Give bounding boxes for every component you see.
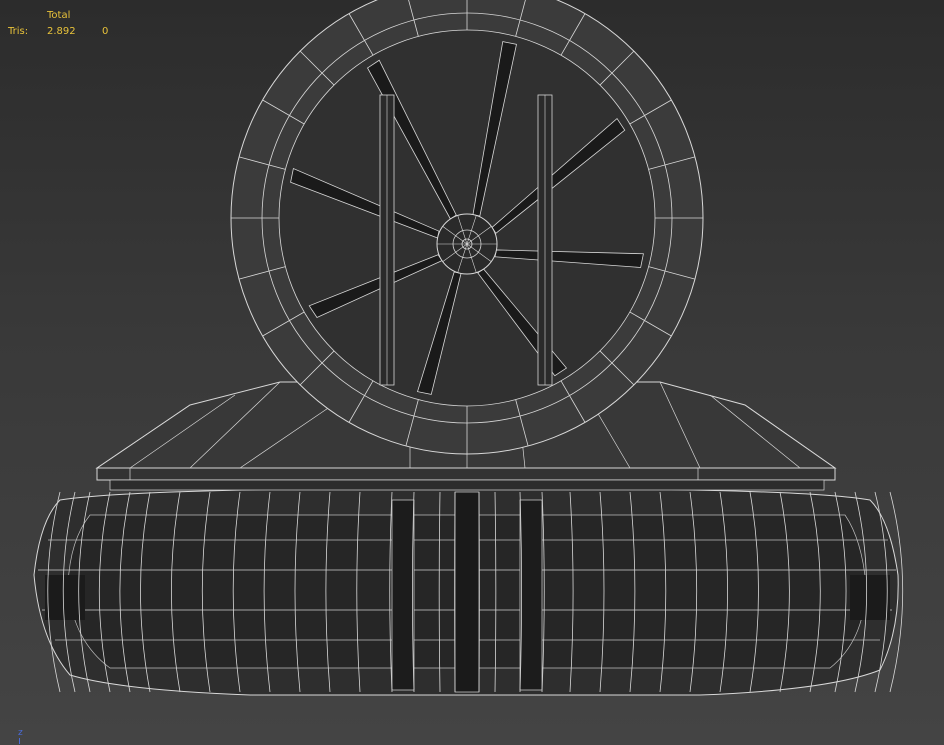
z-axis-line <box>19 738 20 744</box>
tris-total-value: 2.892 <box>47 26 76 37</box>
base-ring <box>33 487 904 696</box>
fan-wheel <box>230 0 704 455</box>
axis-gizmo: z <box>14 728 26 744</box>
z-axis-label: z <box>18 728 23 738</box>
wireframe-model <box>33 0 904 696</box>
viewport[interactable]: Total Tris: 2.892 0 z <box>0 0 944 745</box>
tris-label: Tris: <box>8 26 29 37</box>
stats-header: Total <box>47 10 71 21</box>
tris-selected-value: 0 <box>102 26 109 37</box>
